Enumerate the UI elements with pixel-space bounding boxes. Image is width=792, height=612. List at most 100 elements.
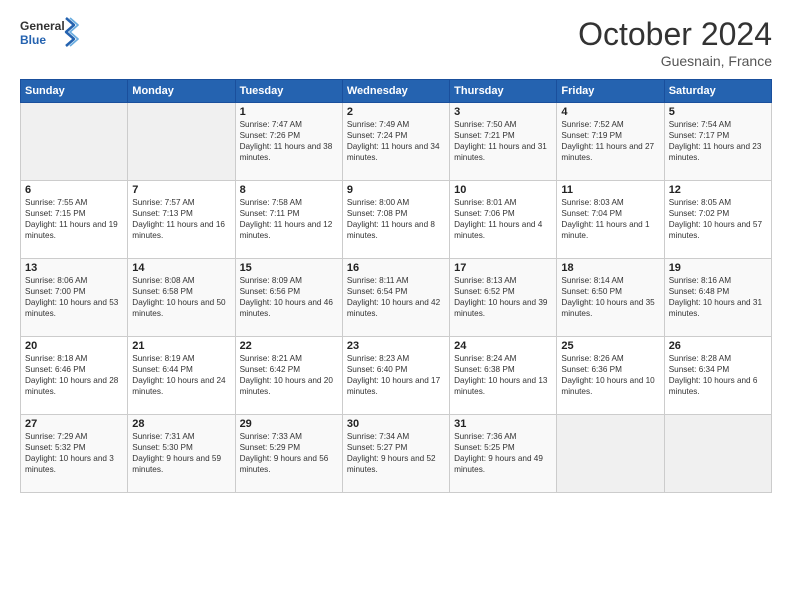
calendar-cell: 17 Sunrise: 8:13 AM Sunset: 6:52 PM Dayl…	[450, 259, 557, 337]
calendar-cell: 3 Sunrise: 7:50 AM Sunset: 7:21 PM Dayli…	[450, 103, 557, 181]
day-info: Sunrise: 8:00 AM Sunset: 7:08 PM Dayligh…	[347, 197, 445, 241]
day-number: 19	[669, 262, 767, 274]
day-number: 23	[347, 340, 445, 352]
day-info: Sunrise: 8:11 AM Sunset: 6:54 PM Dayligh…	[347, 275, 445, 319]
day-info: Sunrise: 7:55 AM Sunset: 7:15 PM Dayligh…	[25, 197, 123, 241]
day-info: Sunrise: 8:06 AM Sunset: 7:00 PM Dayligh…	[25, 275, 123, 319]
calendar-table: Sunday Monday Tuesday Wednesday Thursday…	[20, 79, 772, 493]
sunset: Sunset: 5:32 PM	[25, 443, 86, 452]
sunset: Sunset: 7:06 PM	[454, 209, 515, 218]
calendar-cell: 23 Sunrise: 8:23 AM Sunset: 6:40 PM Dayl…	[342, 337, 449, 415]
day-info: Sunrise: 8:01 AM Sunset: 7:06 PM Dayligh…	[454, 197, 552, 241]
sunset: Sunset: 7:00 PM	[25, 287, 86, 296]
daylight: Daylight: 11 hours and 19 minutes.	[25, 220, 118, 240]
daylight: Daylight: 10 hours and 13 minutes.	[454, 376, 547, 396]
day-info: Sunrise: 8:14 AM Sunset: 6:50 PM Dayligh…	[561, 275, 659, 319]
day-number: 22	[240, 340, 338, 352]
sunrise: Sunrise: 8:00 AM	[347, 198, 409, 207]
sunrise: Sunrise: 7:57 AM	[132, 198, 194, 207]
calendar-cell: 21 Sunrise: 8:19 AM Sunset: 6:44 PM Dayl…	[128, 337, 235, 415]
sunset: Sunset: 6:50 PM	[561, 287, 622, 296]
calendar-cell: 16 Sunrise: 8:11 AM Sunset: 6:54 PM Dayl…	[342, 259, 449, 337]
day-number: 7	[132, 184, 230, 196]
sunset: Sunset: 6:48 PM	[669, 287, 730, 296]
daylight: Daylight: 10 hours and 31 minutes.	[669, 298, 762, 318]
day-info: Sunrise: 7:31 AM Sunset: 5:30 PM Dayligh…	[132, 431, 230, 475]
calendar-cell	[21, 103, 128, 181]
daylight: Daylight: 10 hours and 57 minutes.	[669, 220, 762, 240]
header-tuesday: Tuesday	[235, 80, 342, 103]
sunrise: Sunrise: 7:50 AM	[454, 120, 516, 129]
daylight: Daylight: 10 hours and 20 minutes.	[240, 376, 333, 396]
day-info: Sunrise: 8:23 AM Sunset: 6:40 PM Dayligh…	[347, 353, 445, 397]
sunset: Sunset: 6:58 PM	[132, 287, 193, 296]
day-number: 20	[25, 340, 123, 352]
day-number: 6	[25, 184, 123, 196]
location: Guesnain, France	[578, 53, 772, 69]
daylight: Daylight: 10 hours and 28 minutes.	[25, 376, 118, 396]
calendar-cell: 14 Sunrise: 8:08 AM Sunset: 6:58 PM Dayl…	[128, 259, 235, 337]
day-info: Sunrise: 7:54 AM Sunset: 7:17 PM Dayligh…	[669, 119, 767, 163]
calendar-cell: 19 Sunrise: 8:16 AM Sunset: 6:48 PM Dayl…	[664, 259, 771, 337]
calendar-cell: 18 Sunrise: 8:14 AM Sunset: 6:50 PM Dayl…	[557, 259, 664, 337]
sunrise: Sunrise: 8:28 AM	[669, 354, 731, 363]
calendar-cell: 15 Sunrise: 8:09 AM Sunset: 6:56 PM Dayl…	[235, 259, 342, 337]
sunset: Sunset: 5:30 PM	[132, 443, 193, 452]
sunset: Sunset: 5:27 PM	[347, 443, 408, 452]
day-number: 3	[454, 106, 552, 118]
calendar-cell: 27 Sunrise: 7:29 AM Sunset: 5:32 PM Dayl…	[21, 415, 128, 493]
day-number: 26	[669, 340, 767, 352]
calendar-cell: 2 Sunrise: 7:49 AM Sunset: 7:24 PM Dayli…	[342, 103, 449, 181]
header-sunday: Sunday	[21, 80, 128, 103]
sunrise: Sunrise: 7:52 AM	[561, 120, 623, 129]
sunrise: Sunrise: 7:31 AM	[132, 432, 194, 441]
daylight: Daylight: 10 hours and 35 minutes.	[561, 298, 654, 318]
sunset: Sunset: 6:46 PM	[25, 365, 86, 374]
header-thursday: Thursday	[450, 80, 557, 103]
calendar-week-3: 20 Sunrise: 8:18 AM Sunset: 6:46 PM Dayl…	[21, 337, 772, 415]
day-number: 11	[561, 184, 659, 196]
calendar-cell: 6 Sunrise: 7:55 AM Sunset: 7:15 PM Dayli…	[21, 181, 128, 259]
sunset: Sunset: 6:44 PM	[132, 365, 193, 374]
sunset: Sunset: 7:08 PM	[347, 209, 408, 218]
calendar-week-1: 6 Sunrise: 7:55 AM Sunset: 7:15 PM Dayli…	[21, 181, 772, 259]
sunset: Sunset: 7:04 PM	[561, 209, 622, 218]
daylight: Daylight: 10 hours and 39 minutes.	[454, 298, 547, 318]
day-number: 15	[240, 262, 338, 274]
sunrise: Sunrise: 8:18 AM	[25, 354, 87, 363]
header-wednesday: Wednesday	[342, 80, 449, 103]
calendar-cell	[128, 103, 235, 181]
calendar-cell: 11 Sunrise: 8:03 AM Sunset: 7:04 PM Dayl…	[557, 181, 664, 259]
calendar-cell: 29 Sunrise: 7:33 AM Sunset: 5:29 PM Dayl…	[235, 415, 342, 493]
daylight: Daylight: 11 hours and 4 minutes.	[454, 220, 542, 240]
sunset: Sunset: 7:11 PM	[240, 209, 300, 218]
day-info: Sunrise: 7:57 AM Sunset: 7:13 PM Dayligh…	[132, 197, 230, 241]
sunrise: Sunrise: 7:36 AM	[454, 432, 516, 441]
sunrise: Sunrise: 7:33 AM	[240, 432, 302, 441]
calendar-cell: 30 Sunrise: 7:34 AM Sunset: 5:27 PM Dayl…	[342, 415, 449, 493]
calendar-cell: 22 Sunrise: 8:21 AM Sunset: 6:42 PM Dayl…	[235, 337, 342, 415]
svg-text:Blue: Blue	[20, 33, 46, 47]
day-number: 14	[132, 262, 230, 274]
day-info: Sunrise: 8:19 AM Sunset: 6:44 PM Dayligh…	[132, 353, 230, 397]
day-number: 13	[25, 262, 123, 274]
header-saturday: Saturday	[664, 80, 771, 103]
sunset: Sunset: 5:25 PM	[454, 443, 515, 452]
sunset: Sunset: 7:15 PM	[25, 209, 86, 218]
daylight: Daylight: 9 hours and 59 minutes.	[132, 454, 221, 474]
sunrise: Sunrise: 8:05 AM	[669, 198, 731, 207]
day-number: 29	[240, 418, 338, 430]
day-number: 12	[669, 184, 767, 196]
day-number: 10	[454, 184, 552, 196]
daylight: Daylight: 10 hours and 17 minutes.	[347, 376, 440, 396]
sunrise: Sunrise: 8:09 AM	[240, 276, 302, 285]
calendar-week-2: 13 Sunrise: 8:06 AM Sunset: 7:00 PM Dayl…	[21, 259, 772, 337]
sunset: Sunset: 6:52 PM	[454, 287, 515, 296]
day-info: Sunrise: 7:34 AM Sunset: 5:27 PM Dayligh…	[347, 431, 445, 475]
day-info: Sunrise: 7:52 AM Sunset: 7:19 PM Dayligh…	[561, 119, 659, 163]
calendar-cell: 24 Sunrise: 8:24 AM Sunset: 6:38 PM Dayl…	[450, 337, 557, 415]
day-info: Sunrise: 8:24 AM Sunset: 6:38 PM Dayligh…	[454, 353, 552, 397]
day-info: Sunrise: 7:49 AM Sunset: 7:24 PM Dayligh…	[347, 119, 445, 163]
sunset: Sunset: 7:21 PM	[454, 131, 515, 140]
sunset: Sunset: 7:13 PM	[132, 209, 193, 218]
